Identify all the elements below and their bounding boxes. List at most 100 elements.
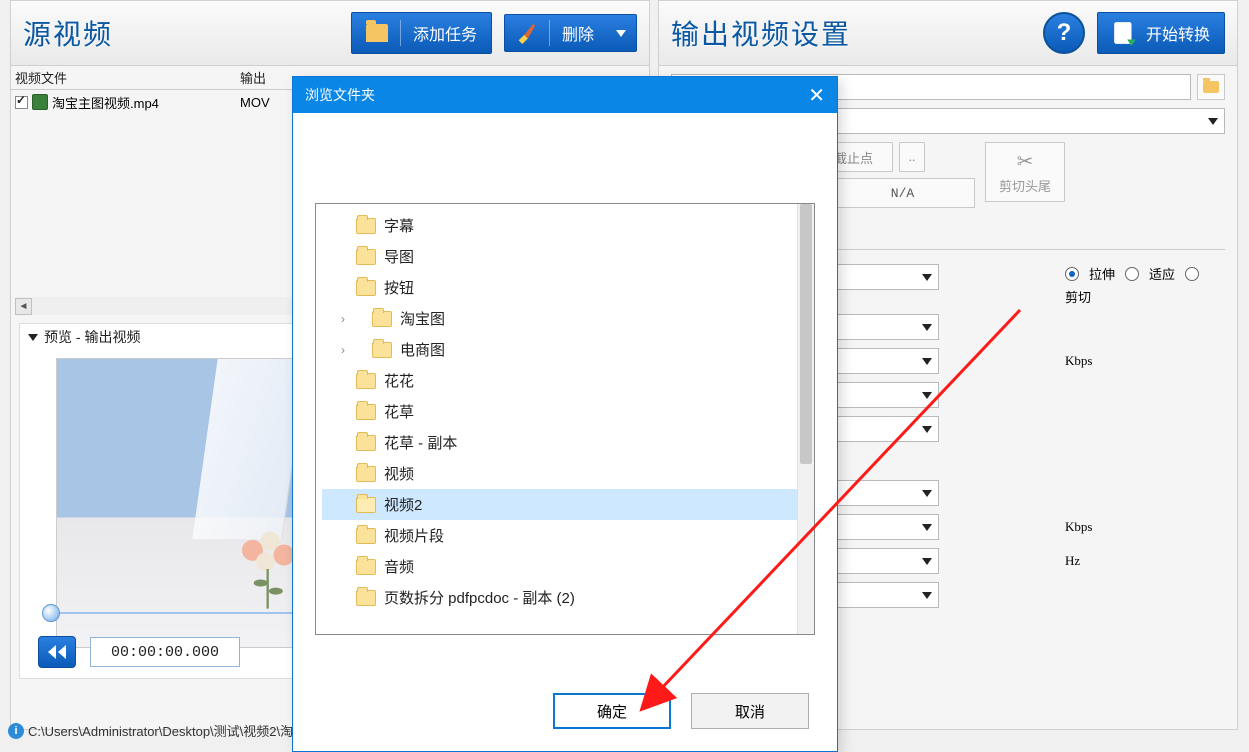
help-button[interactable]: ?: [1043, 12, 1085, 54]
folder-label: 视频2: [384, 494, 422, 515]
chevron-down-icon: [922, 392, 932, 399]
source-video-title: 源视频: [23, 13, 113, 53]
folder-label: 花草 - 副本: [384, 432, 457, 453]
chevron-down-icon: [922, 426, 932, 433]
chevron-down-icon: [922, 274, 932, 281]
cut-label: 剪切头尾: [999, 176, 1051, 195]
folder-icon: [356, 590, 376, 606]
browse-folder-dialog: 浏览文件夹 ✕ 字幕导图按钮 › 淘宝图 › 电商图花花花草花草 - 副本视频视频2 视频…: [292, 76, 838, 752]
scroll-left-icon[interactable]: ◄: [15, 298, 32, 315]
folder-label: 字幕: [384, 215, 414, 236]
timecode-display: 00:00:00.000: [90, 637, 240, 667]
folder-label: 淘宝图: [400, 308, 445, 329]
dialog-titlebar[interactable]: 浏览文件夹 ✕: [293, 77, 837, 113]
folder-icon: [356, 218, 376, 234]
folder-item[interactable]: 导图: [322, 241, 797, 272]
folder-item[interactable]: › 电商图: [322, 334, 797, 365]
scissors-icon: ✂: [1017, 149, 1034, 174]
chevron-down-icon: [922, 358, 932, 365]
dialog-title-text: 浏览文件夹: [305, 85, 375, 105]
folder-icon: [356, 528, 376, 544]
browse-folder-button[interactable]: [1197, 74, 1225, 100]
slider-knob[interactable]: [42, 604, 60, 622]
question-icon: ?: [1057, 19, 1072, 47]
add-task-label: 添加任务: [413, 21, 477, 45]
radio-crop[interactable]: [1185, 267, 1199, 281]
folder-icon: [356, 404, 376, 420]
ok-button[interactable]: 确定: [553, 693, 671, 729]
folder-item[interactable]: 视频: [322, 458, 797, 489]
chevron-down-icon: [922, 490, 932, 497]
cancel-button[interactable]: 取消: [691, 693, 809, 729]
folder-label: 电商图: [400, 339, 445, 360]
right-header: 输出视频设置 ? 开始转换: [659, 1, 1237, 66]
rewind-button[interactable]: [38, 636, 76, 668]
folder-label: 导图: [384, 246, 414, 267]
close-icon[interactable]: ✕: [808, 83, 825, 108]
file-format: MOV: [240, 95, 270, 110]
folder-label: 页数拆分 pdfpcdoc - 副本 (2): [384, 587, 575, 608]
radio-stretch[interactable]: [1065, 267, 1079, 281]
folder-item[interactable]: 视频2: [322, 489, 797, 520]
folder-item[interactable]: 花草 - 副本: [322, 427, 797, 458]
folder-icon: [1203, 81, 1219, 93]
hz-unit: Hz: [1065, 548, 1225, 574]
info-icon: i: [8, 723, 24, 739]
folder-item[interactable]: 花花: [322, 365, 797, 396]
folder-item[interactable]: 页数拆分 pdfpcdoc - 副本 (2): [322, 582, 797, 613]
chevron-down-icon: [1208, 118, 1218, 125]
folder-item[interactable]: 花草: [322, 396, 797, 427]
rewind-icon: [48, 645, 66, 659]
folder-icon: [372, 342, 392, 358]
brush-icon: [515, 22, 537, 44]
convert-icon: [1112, 20, 1138, 46]
file-name: 淘宝主图视频.mp4: [52, 93, 159, 112]
folder-icon: [356, 466, 376, 482]
col-out: 输出: [240, 68, 266, 87]
chevron-down-icon: [922, 324, 932, 331]
expand-icon[interactable]: ›: [336, 312, 350, 326]
folder-label: 花草: [384, 401, 414, 422]
folder-label: 视频片段: [384, 525, 444, 546]
add-task-button[interactable]: 添加任务: [351, 12, 492, 54]
end-time-display: N/A: [830, 178, 975, 208]
delete-button[interactable]: 删除: [504, 14, 637, 52]
folder-item[interactable]: 音频: [322, 551, 797, 582]
folder-item[interactable]: 字幕: [322, 210, 797, 241]
chevron-down-icon: [922, 524, 932, 531]
folder-icon: [372, 311, 392, 327]
chevron-down-icon: [922, 558, 932, 565]
kbps-unit: Kbps: [1065, 348, 1225, 374]
folder-icon: [366, 24, 388, 42]
file-checkbox[interactable]: [15, 96, 28, 109]
folder-icon: [356, 280, 376, 296]
tree-scrollbar[interactable]: [797, 204, 814, 634]
folder-item[interactable]: › 淘宝图: [322, 303, 797, 334]
delete-label: 删除: [562, 21, 594, 45]
left-header: 源视频 添加任务 删除: [11, 1, 649, 66]
folder-item[interactable]: 按钮: [322, 272, 797, 303]
folder-icon: [356, 497, 376, 513]
folder-icon: [356, 373, 376, 389]
cut-button[interactable]: ✂ 剪切头尾: [985, 142, 1065, 202]
chevron-down-icon: [922, 592, 932, 599]
folder-label: 音频: [384, 556, 414, 577]
folder-icon: [356, 559, 376, 575]
expand-icon[interactable]: ›: [336, 343, 350, 357]
folder-label: 视频: [384, 463, 414, 484]
chevron-down-icon: [616, 30, 626, 37]
radio-fit[interactable]: [1125, 267, 1139, 281]
video-preview: [56, 358, 306, 648]
folder-label: 按钮: [384, 277, 414, 298]
start-convert-label: 开始转换: [1146, 21, 1210, 45]
col-file: 视频文件: [15, 68, 240, 87]
output-settings-title: 输出视频设置: [671, 13, 851, 53]
start-convert-button[interactable]: 开始转换: [1097, 12, 1225, 54]
scale-mode-group: 拉伸 适应 剪切: [1065, 264, 1225, 306]
preview-title: 预览 - 输出视频: [44, 327, 140, 347]
end-step-button[interactable]: ..: [899, 142, 925, 172]
folder-tree: 字幕导图按钮 › 淘宝图 › 电商图花花花草花草 - 副本视频视频2 视频片段音频页数拆分…: [315, 203, 815, 635]
video-file-icon: [32, 94, 48, 110]
chevron-down-icon: [28, 334, 38, 341]
folder-item[interactable]: 视频片段: [322, 520, 797, 551]
